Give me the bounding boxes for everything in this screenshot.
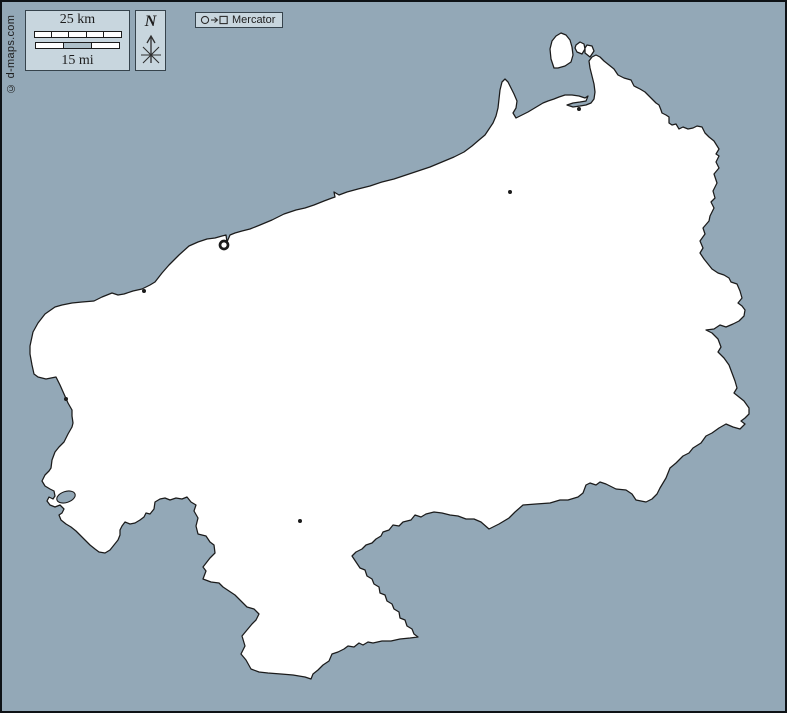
city-marker <box>64 397 68 401</box>
islet-outline <box>575 42 585 54</box>
city-marker <box>142 289 146 293</box>
map-canvas: © d-maps.com 25 km 15 mi N Mercator <box>0 0 787 713</box>
scale-bar-segment <box>36 43 64 48</box>
compass-star-icon <box>138 32 164 66</box>
outline-map <box>2 2 787 713</box>
copyright-text: © d-maps.com <box>5 8 17 94</box>
compass-panel: N <box>135 10 166 71</box>
circle-to-square-icon <box>200 14 228 26</box>
peninsula-outline <box>550 33 573 68</box>
scale-km-bar <box>34 31 122 38</box>
scale-mi-label: 15 mi <box>61 53 93 68</box>
scale-bar-segment <box>64 43 92 48</box>
scale-bar-segment <box>69 32 86 37</box>
scale-bar-segment <box>35 32 52 37</box>
scale-panel: 25 km 15 mi <box>25 10 130 71</box>
north-label: N <box>145 13 157 31</box>
islet-outline <box>585 45 594 57</box>
scale-bar-segment <box>92 43 119 48</box>
city-marker <box>577 107 581 111</box>
city-marker <box>298 519 302 523</box>
region-outline <box>30 55 749 679</box>
scale-bar-segment <box>87 32 104 37</box>
scale-bar-segment <box>52 32 69 37</box>
city-marker <box>508 190 512 194</box>
projection-panel: Mercator <box>195 12 283 28</box>
scale-km-label: 25 km <box>60 12 95 27</box>
projection-label: Mercator <box>232 13 275 27</box>
capital-marker <box>220 241 228 249</box>
scale-bar-segment <box>104 32 120 37</box>
scale-mi-bar <box>35 42 120 49</box>
